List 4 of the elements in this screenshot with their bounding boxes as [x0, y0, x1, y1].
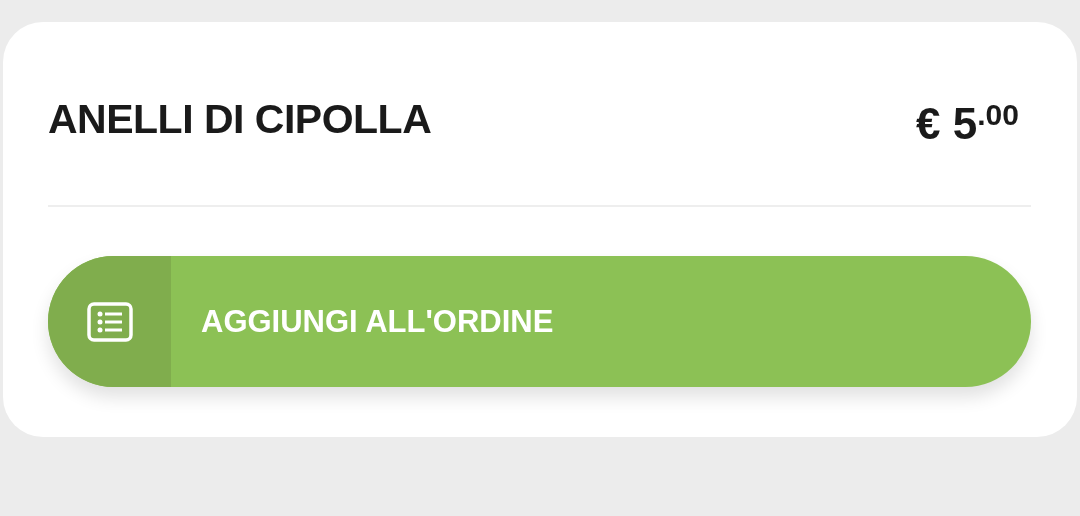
add-to-order-button[interactable]: AGGIUNGI ALL'ORDINE [48, 256, 1031, 387]
list-icon [86, 301, 133, 342]
item-name: ANELLI DI CIPOLLA [48, 96, 432, 143]
item-price: € 5$^{.00}$ [916, 100, 1019, 146]
